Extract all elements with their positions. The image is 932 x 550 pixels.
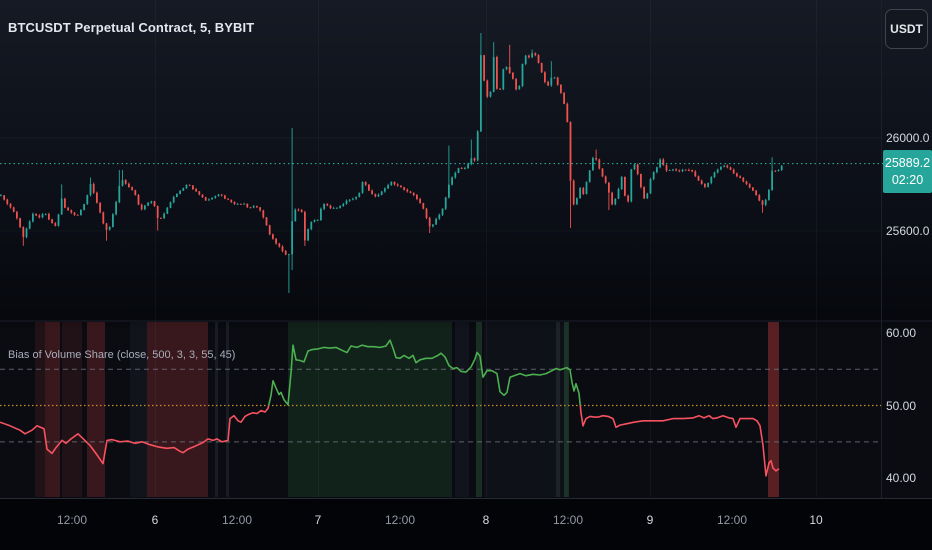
price-axis-label: 25600.0 [886, 223, 930, 238]
chart-canvas[interactable] [0, 0, 932, 550]
time-axis-label: 9 [646, 513, 654, 527]
time-axis-label: 12:00 [716, 513, 748, 527]
price-axis-label: 26000.0 [886, 130, 930, 145]
time-axis-label: 12:00 [552, 513, 584, 527]
last-price-badge: 25889.2 02:20 [883, 149, 932, 193]
trading-chart-window: BTCUSDT Perpetual Contract, 5, BYBIT USD… [0, 0, 932, 550]
bar-countdown: 02:20 [891, 172, 924, 187]
time-axis-label: 12:00 [56, 513, 88, 527]
indicator-axis-label: 60.00 [886, 325, 917, 340]
time-axis[interactable]: 12:00 6 12:00 7 12:00 8 12:00 9 12:00 10 [0, 498, 932, 550]
symbol-title[interactable]: BTCUSDT Perpetual Contract, 5, BYBIT [8, 20, 254, 35]
time-axis-label: 7 [314, 513, 322, 527]
indicator-axis-label: 50.00 [886, 398, 917, 413]
indicator-label[interactable]: Bias of Volume Share (close, 500, 3, 3, … [8, 349, 235, 361]
indicator-axis-label: 40.00 [886, 471, 917, 486]
time-axis-label: 12:00 [221, 513, 253, 527]
last-price-value: 25889.2 [884, 155, 931, 170]
time-axis-label: 6 [151, 513, 159, 527]
price-axis[interactable] [881, 0, 932, 498]
time-axis-label: 8 [482, 513, 490, 527]
time-axis-label: 12:00 [384, 513, 416, 527]
candlestick-series [0, 33, 783, 294]
time-axis-label: 10 [809, 513, 823, 527]
